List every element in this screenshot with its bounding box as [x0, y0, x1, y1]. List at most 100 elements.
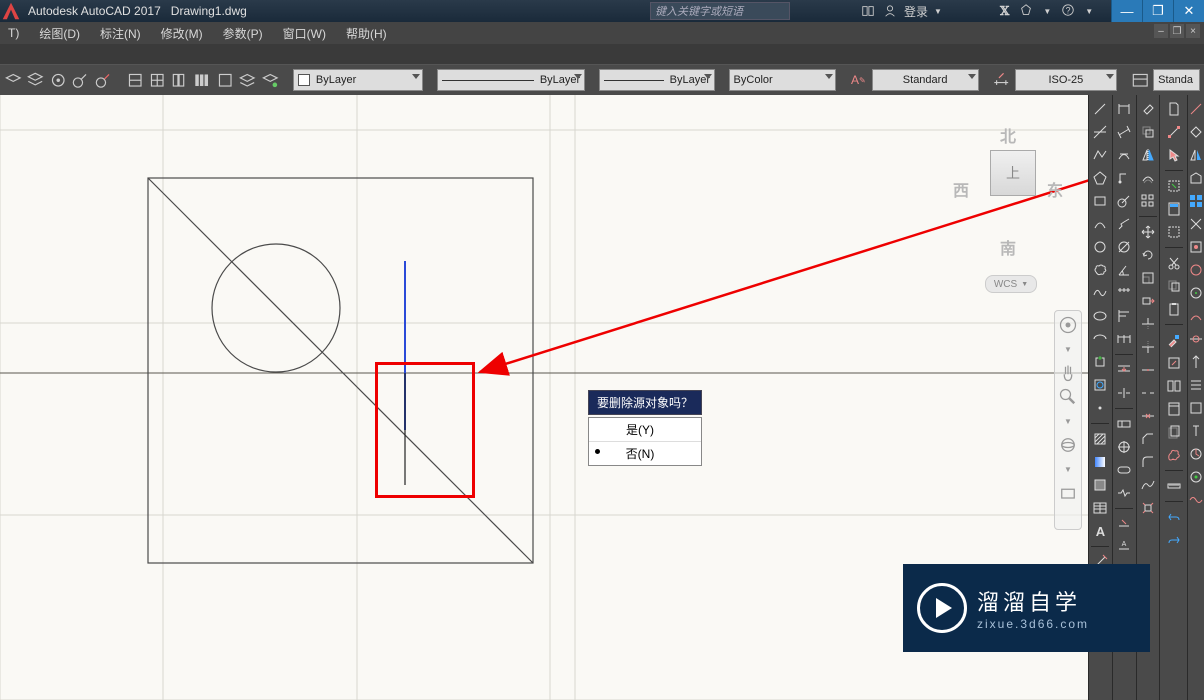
tolerance-icon[interactable] [1114, 414, 1134, 434]
tool-icon[interactable] [1186, 168, 1204, 188]
dim-aligned-icon[interactable] [1114, 122, 1134, 142]
tool-icon[interactable] [1186, 352, 1204, 372]
polygon-icon[interactable] [1090, 168, 1110, 188]
paste-icon[interactable] [1164, 299, 1184, 319]
menu-item[interactable]: 窗口(W) [283, 25, 326, 42]
close-button[interactable]: ✕ [1173, 0, 1204, 22]
scale-icon[interactable] [1138, 268, 1158, 288]
pan-icon[interactable] [1058, 363, 1078, 383]
rectangle-icon[interactable] [1090, 191, 1110, 211]
dimstyle-dropdown[interactable]: ISO-25 [1015, 69, 1117, 91]
cut-icon[interactable] [1164, 253, 1184, 273]
center-mark-icon[interactable] [1114, 437, 1134, 457]
matchprop-icon[interactable] [1164, 330, 1184, 350]
tool-icon[interactable] [1186, 214, 1204, 234]
layer-tool-icon[interactable] [49, 70, 67, 90]
tool-icon[interactable] [1186, 329, 1204, 349]
a360-icon[interactable] [1019, 3, 1033, 20]
markup-icon[interactable] [1164, 445, 1184, 465]
layer-tool-icon[interactable] [216, 70, 234, 90]
linetype-dropdown[interactable]: ByLayer [437, 69, 586, 91]
minimize-button[interactable]: — [1111, 0, 1142, 22]
make-block-icon[interactable] [1090, 375, 1110, 395]
explode-icon[interactable] [1138, 498, 1158, 518]
stretch-icon[interactable] [1138, 291, 1158, 311]
layer-dropdown[interactable]: ByLayer [293, 69, 423, 91]
mirror-tool-icon[interactable] [1186, 145, 1204, 165]
textstyle-icon[interactable]: A✎ [849, 70, 867, 90]
dim-edit-icon[interactable] [1114, 514, 1134, 534]
block-editor-icon[interactable] [1164, 353, 1184, 373]
designcenter-icon[interactable] [1164, 376, 1184, 396]
tablestyle-dropdown[interactable]: Standa [1153, 69, 1200, 91]
ellipse-arc-icon[interactable] [1090, 329, 1110, 349]
exchange-icon[interactable]: 𝕏 [1000, 4, 1009, 19]
tool-icon[interactable] [1186, 375, 1204, 395]
tool-icon[interactable] [1186, 122, 1204, 142]
join-icon[interactable] [1138, 406, 1158, 426]
array-icon[interactable] [1138, 191, 1158, 211]
spline-icon[interactable] [1090, 283, 1110, 303]
orbit-icon[interactable] [1058, 435, 1078, 455]
layer-tool-icon[interactable] [171, 70, 189, 90]
menu-item[interactable]: 绘图(D) [39, 25, 80, 42]
blend-icon[interactable] [1138, 475, 1158, 495]
gradient-icon[interactable] [1090, 452, 1110, 472]
extend-icon[interactable] [1138, 337, 1158, 357]
tool-icon[interactable] [1186, 191, 1204, 211]
point-icon[interactable] [1090, 398, 1110, 418]
mtext-icon[interactable]: A [1090, 521, 1110, 541]
tool-icon[interactable] [1186, 467, 1204, 487]
circle-icon[interactable] [1090, 237, 1110, 257]
menu-item[interactable]: 修改(M) [161, 25, 203, 42]
inspect-icon[interactable] [1114, 460, 1134, 480]
tool-icon[interactable] [1186, 421, 1204, 441]
select-icon[interactable] [1164, 145, 1184, 165]
layer-tool-icon[interactable] [261, 70, 279, 90]
layer-tool-icon[interactable] [238, 70, 256, 90]
region-icon[interactable] [1090, 475, 1110, 495]
lineweight-dropdown[interactable]: ByLayer [599, 69, 715, 91]
dim-quick-icon[interactable] [1114, 283, 1134, 303]
layer-tool-icon[interactable] [26, 70, 44, 90]
showmotion-icon[interactable] [1058, 483, 1078, 503]
distance-icon[interactable] [1164, 122, 1184, 142]
tablestyle-icon[interactable] [1131, 70, 1149, 90]
prompt-option-no[interactable]: 否(N) [589, 442, 701, 465]
undo-icon[interactable] [1164, 507, 1184, 527]
menu-item[interactable]: 标注(N) [100, 25, 141, 42]
help-icon[interactable]: ? [1061, 3, 1075, 20]
tool-icon[interactable] [1186, 490, 1204, 510]
zoom-icon[interactable] [1058, 387, 1078, 407]
tool-icon[interactable] [1186, 283, 1204, 303]
measure-icon[interactable] [1164, 476, 1184, 496]
mirror-icon[interactable] [1138, 145, 1158, 165]
dim-diameter-icon[interactable] [1114, 237, 1134, 257]
dim-jogged-icon[interactable] [1114, 214, 1134, 234]
textstyle-dropdown[interactable]: Standard [872, 69, 979, 91]
tool-icon[interactable] [1186, 99, 1204, 119]
help-search-input[interactable]: 键入关键字或短语 [650, 2, 790, 20]
polyline-icon[interactable] [1090, 145, 1110, 165]
revcloud-icon[interactable] [1090, 260, 1110, 280]
dim-linear-icon[interactable] [1114, 99, 1134, 119]
tool-icon[interactable] [1186, 237, 1204, 257]
dim-radius-icon[interactable] [1114, 191, 1134, 211]
tool-icon[interactable] [1186, 306, 1204, 326]
xline-icon[interactable] [1090, 122, 1110, 142]
trim-icon[interactable] [1138, 314, 1158, 334]
prompt-option-yes[interactable]: 是(Y) [589, 418, 701, 442]
break-at-point-icon[interactable] [1138, 360, 1158, 380]
tool-icon[interactable] [1186, 444, 1204, 464]
arc-icon[interactable] [1090, 214, 1110, 234]
login-area[interactable]: 登录 ▼ [860, 0, 942, 22]
layer-tool-icon[interactable] [148, 70, 166, 90]
doc-minimize-button[interactable]: – [1154, 24, 1168, 38]
maximize-button[interactable]: ❐ [1142, 0, 1173, 22]
tool-icon[interactable] [1186, 260, 1204, 280]
rotate-icon[interactable] [1138, 245, 1158, 265]
layer-tool-icon[interactable] [94, 70, 112, 90]
redo-icon[interactable] [1164, 530, 1184, 550]
table-icon[interactable] [1090, 498, 1110, 518]
dim-tedit-icon[interactable]: A [1114, 537, 1134, 557]
